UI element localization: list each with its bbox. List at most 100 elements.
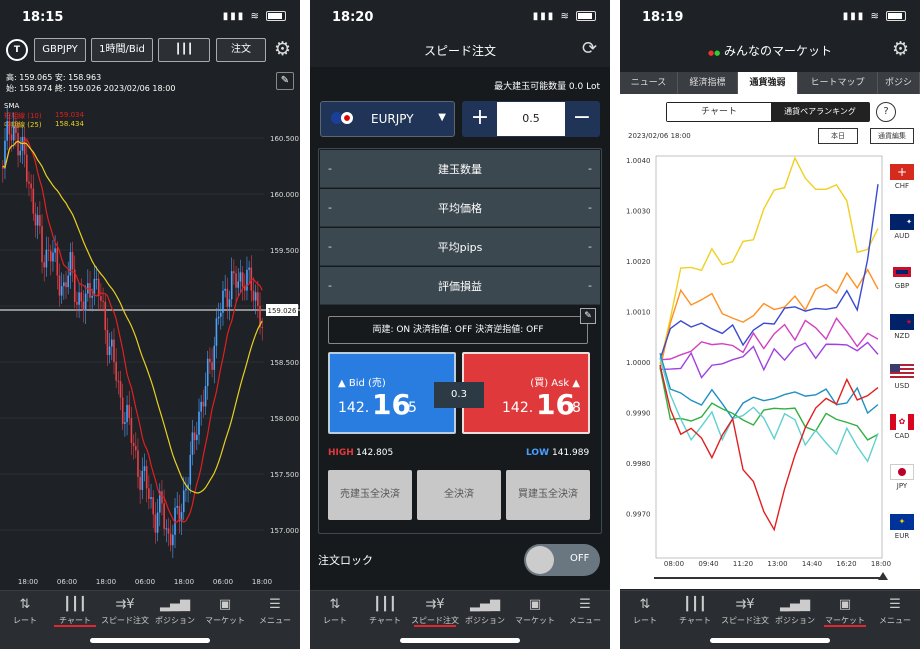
pair-select[interactable]: EURJPY ▼	[320, 101, 455, 137]
tab-position[interactable]: ▂▄▆ ポジション	[460, 591, 510, 631]
candle-body	[145, 466, 148, 489]
candle-body	[39, 215, 41, 227]
y-tick-label: 158.000	[270, 415, 299, 423]
tab-heatmap[interactable]: ヒートマップ	[798, 72, 878, 94]
order-lock-label: 注文ロック	[318, 554, 373, 567]
qty-stepper[interactable]: + 0.5 −	[462, 101, 600, 137]
currency-label-aud: AUD	[894, 232, 910, 240]
candle-body	[71, 252, 74, 270]
candle-body	[233, 271, 235, 274]
close-all-button[interactable]: 全決済	[417, 470, 501, 520]
tab-chart[interactable]: ┃┃┃ チャート	[50, 591, 100, 631]
candle-body	[200, 401, 202, 412]
low-value: 141.989	[552, 448, 590, 458]
order-settings-box[interactable]: 両建: ON 決済指値: OFF 決済逆指値: OFF	[328, 316, 588, 344]
sma-short-line	[2, 138, 263, 524]
tab-speed-order[interactable]: ⇉¥ スピード注文	[720, 591, 770, 631]
candle-body	[60, 286, 63, 296]
pair-label: EURJPY	[371, 112, 414, 126]
rate-icon: ⇅	[639, 597, 651, 612]
candle-body	[139, 476, 141, 490]
tab-menu[interactable]: ☰ メニュー	[250, 591, 300, 631]
candle-body	[182, 490, 185, 513]
row-avg-price: - 平均価格 -	[320, 189, 600, 227]
candle-body	[211, 362, 213, 370]
tab-market[interactable]: ▣ マーケット	[200, 591, 250, 631]
scroll-handle-icon[interactable]	[878, 572, 888, 580]
candle-body	[124, 422, 126, 424]
symbol-button[interactable]: GBPJPY	[34, 38, 86, 62]
y-tick-label: 158.500	[270, 359, 299, 367]
settings-gear-icon[interactable]: ⚙	[892, 38, 909, 60]
tab-chart[interactable]: ┃┃┃ チャート	[360, 591, 410, 631]
close-buy-positions-button[interactable]: 買建玉全決済	[506, 470, 590, 520]
tab-position[interactable]: ▂▄▆ ポジション	[770, 591, 820, 631]
qty-plus-button[interactable]: +	[463, 102, 497, 136]
tab-chart[interactable]: ┃┃┃ チャート	[670, 591, 720, 631]
tab-rate[interactable]: ⇅ レート	[310, 591, 360, 631]
settings-gear-icon[interactable]: ⚙	[274, 38, 291, 60]
status-time: 18:15	[22, 10, 64, 25]
tab-speed-order[interactable]: ⇉¥ スピード注文	[410, 591, 460, 631]
order-lock-toggle[interactable]: OFF	[524, 544, 600, 576]
candlestick-chart[interactable]: 160.500160.000159.500159.000158.500158.0…	[0, 98, 300, 586]
page-title: スピード注文	[423, 44, 496, 58]
tab-rate[interactable]: ⇅ レート	[0, 591, 50, 631]
app-logo-icon[interactable]: T	[6, 39, 28, 61]
tab-position[interactable]: ▂▄▆ ポジション	[150, 591, 200, 631]
title-text: みんなのマーケット	[724, 44, 833, 58]
qty-minus-button[interactable]: −	[565, 102, 599, 136]
position-icon: ▂▄▆	[780, 597, 810, 612]
candle-body	[132, 442, 135, 447]
tab-currency-strength[interactable]: 通貨強弱	[738, 72, 798, 94]
tab-label: スピード注文	[411, 616, 459, 625]
time-scrollbar[interactable]	[654, 577, 884, 579]
home-indicator	[90, 638, 210, 643]
candle-body	[226, 288, 229, 307]
home-indicator	[710, 638, 830, 643]
row-right-value: -	[588, 240, 592, 253]
speed-order-screen: 18:20 ▮▮▮ ≋ スピード注文 ⟳ 最大建玉可能数量 0.0 Lot EU…	[310, 0, 610, 649]
row-pnl: - 評価損益 -	[320, 267, 600, 305]
tab-menu[interactable]: ☰ メニュー	[560, 591, 610, 631]
qty-value[interactable]: 0.5	[497, 102, 565, 136]
currency-strength-chart[interactable]: 1.0040 1.0030 1.0020 1.0010 1.0000 0.9990 0.99…	[620, 94, 920, 589]
status-time: 18:20	[332, 10, 374, 25]
row-right-value: -	[588, 162, 592, 175]
tab-menu[interactable]: ☰ メニュー	[870, 591, 920, 631]
tab-label: ポジション	[465, 616, 505, 625]
tab-speed-order[interactable]: ⇉¥ スピード注文	[100, 591, 150, 631]
tab-label: マーケット	[205, 616, 245, 625]
candle-body	[204, 386, 207, 407]
candle-body	[76, 302, 78, 305]
tab-news[interactable]: ニュース	[620, 72, 678, 94]
close-sell-positions-button[interactable]: 売建玉全決済	[328, 470, 412, 520]
tab-market[interactable]: ▣ マーケット	[820, 591, 870, 631]
currency-label-usd: USD	[894, 382, 910, 390]
tab-market[interactable]: ▣ マーケット	[510, 591, 560, 631]
refresh-icon[interactable]: ⟳	[582, 38, 597, 59]
usd-flag-icon	[890, 364, 914, 380]
chart-type-button[interactable]: ┃┃┃	[158, 38, 210, 62]
timeframe-button[interactable]: 1時間/Bid	[91, 38, 153, 62]
menu-icon: ☰	[579, 597, 591, 612]
x-tick-label: 13:00	[767, 560, 787, 568]
candle-body	[137, 450, 139, 477]
tab-positions[interactable]: ポジシ	[878, 72, 920, 94]
tab-indicators[interactable]: 経済指標	[678, 72, 738, 94]
candle-body	[213, 345, 216, 370]
order-button[interactable]: 注文	[216, 38, 266, 62]
edit-settings-icon[interactable]: ✎	[580, 308, 596, 324]
jp-flag-icon	[341, 112, 353, 124]
candle-body	[95, 278, 98, 280]
status-icons: ▮▮▮ ≋	[843, 11, 906, 22]
ohlc-line-1: 高: 159.065 安: 158.963	[6, 73, 102, 82]
edit-pencil-icon[interactable]: ✎	[276, 72, 294, 90]
candle-body	[209, 358, 211, 363]
candlestick-icon: ┃┃┃	[174, 44, 194, 55]
tab-rate[interactable]: ⇅ レート	[620, 591, 670, 631]
tab-label: メニュー	[569, 616, 601, 625]
x-tick-label: 18:00	[871, 560, 891, 568]
y-tick-label: 157.000	[270, 527, 299, 535]
candle-body	[91, 295, 93, 298]
